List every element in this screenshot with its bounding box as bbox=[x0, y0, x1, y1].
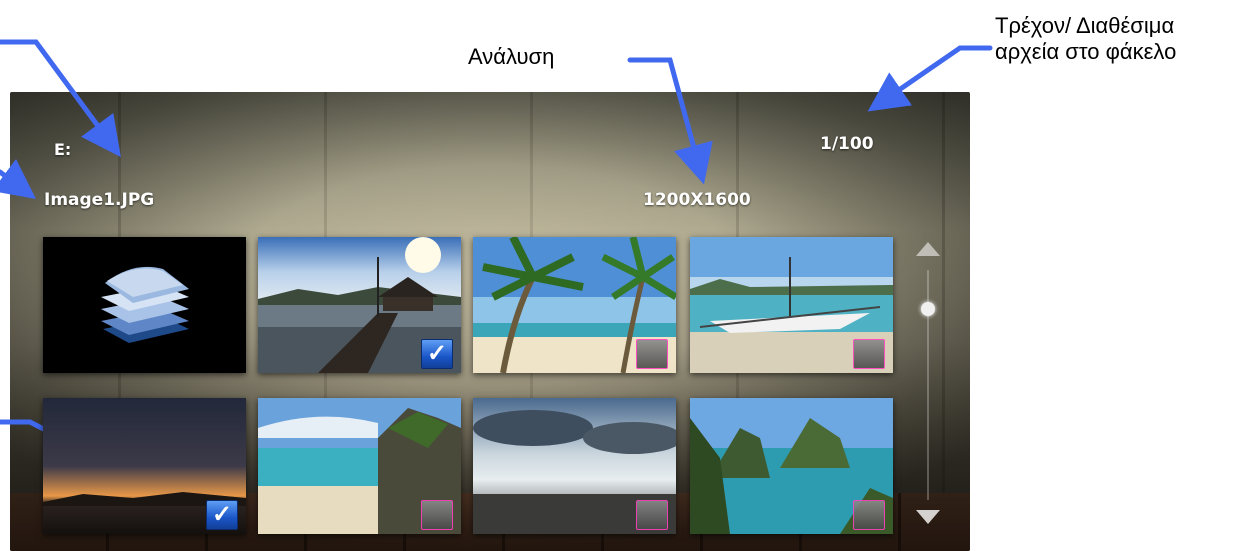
thumbnail-palm-beach[interactable] bbox=[473, 237, 676, 373]
thumbnail-folder[interactable] bbox=[43, 237, 246, 373]
scroll-up-arrow-icon[interactable] bbox=[916, 242, 940, 256]
thumbnail-cloudy-sea[interactable] bbox=[473, 398, 676, 534]
scroll-down-arrow-icon[interactable] bbox=[916, 510, 940, 524]
unselected-checkbox[interactable] bbox=[853, 339, 885, 369]
selected-checkbox[interactable]: ✓ bbox=[421, 339, 453, 369]
thumbnail-pier-sunset[interactable]: ✓ bbox=[258, 237, 461, 373]
thumbnail-lagoon-islands[interactable] bbox=[690, 398, 893, 534]
resolution-value: 1200X1600 bbox=[643, 190, 751, 210]
resolution-callout: Ανάλυση bbox=[468, 44, 555, 69]
photo-browser-screen: E: Image1.JPG 1200X1600 1/100 ✓ ✓ bbox=[10, 92, 970, 551]
unselected-checkbox[interactable] bbox=[853, 500, 885, 530]
selected-checkbox[interactable]: ✓ bbox=[206, 500, 238, 530]
vertical-scrollbar[interactable] bbox=[915, 242, 941, 532]
thumbnail-dusk-horizon[interactable]: ✓ bbox=[43, 398, 246, 534]
file-count-callout-line2: αρχεία στο φάκελο bbox=[995, 39, 1177, 64]
file-count-callout: Τρέχον/ Διαθέσιμα αρχεία στο φάκελο bbox=[995, 13, 1176, 65]
unselected-checkbox[interactable] bbox=[421, 500, 453, 530]
file-counter: 1/100 bbox=[820, 134, 874, 154]
thumbnail-cliff-beach[interactable] bbox=[258, 398, 461, 534]
thumbnail-outrigger-boat[interactable] bbox=[690, 237, 893, 373]
drive-label: E: bbox=[54, 140, 72, 159]
folder-stack-icon bbox=[43, 237, 246, 373]
file-count-callout-line1: Τρέχον/ Διαθέσιμα bbox=[995, 13, 1175, 38]
scroll-thumb[interactable] bbox=[921, 302, 935, 316]
unselected-checkbox[interactable] bbox=[636, 500, 668, 530]
file-name: Image1.JPG bbox=[44, 190, 155, 210]
unselected-checkbox[interactable] bbox=[636, 339, 668, 369]
